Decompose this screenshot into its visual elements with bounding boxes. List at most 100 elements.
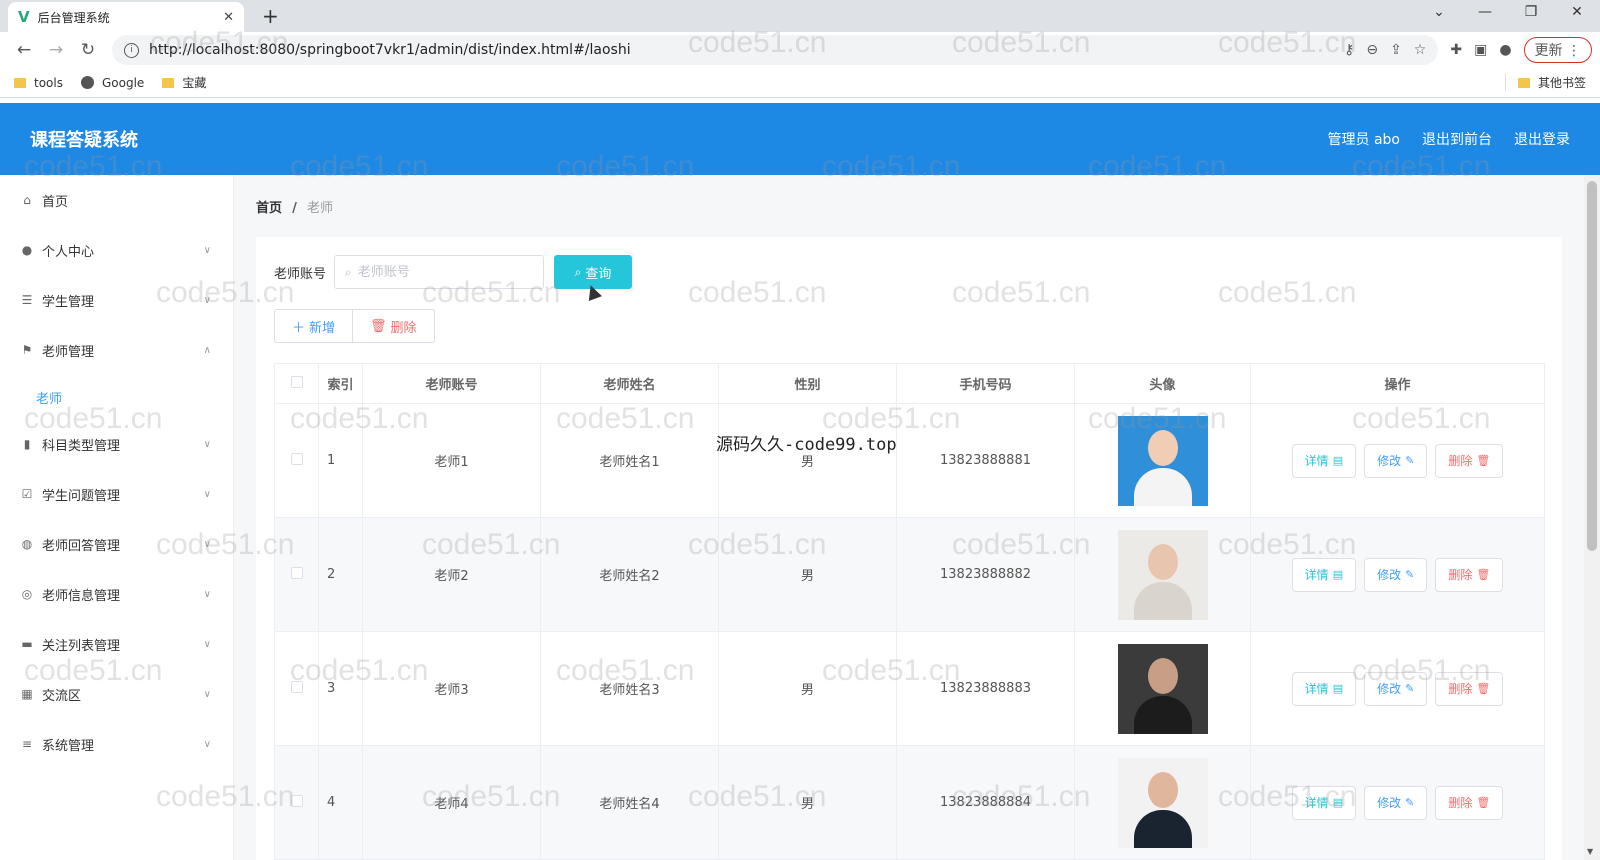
batch-delete-button[interactable]: 🗑 删除 <box>352 309 435 343</box>
sidebar-item-teacher-answers[interactable]: ◍ 老师回答管理 ∨ <box>0 519 233 569</box>
bookmark-treasure[interactable]: 宝藏 <box>162 74 206 91</box>
detail-button[interactable]: 详情 ▤ <box>1291 785 1357 820</box>
delete-button[interactable]: 删除 🗑 <box>1435 443 1504 478</box>
row-name: 老师姓名1 <box>540 403 719 518</box>
add-button[interactable]: ＋ 新增 <box>274 309 354 343</box>
edit-label: 修改 <box>1377 454 1402 468</box>
breadcrumb-home[interactable]: 首页 <box>256 201 282 216</box>
query-button-label: 查询 <box>585 266 612 282</box>
page-scrollbar[interactable]: ▼ <box>1584 175 1600 860</box>
search-input[interactable] <box>357 264 528 280</box>
detail-button[interactable]: 详情 ▤ <box>1291 671 1357 706</box>
minimize-icon[interactable]: — <box>1462 4 1508 20</box>
sidebar-item-teacher-info[interactable]: ◎ 老师信息管理 ∨ <box>0 569 233 619</box>
sidebar-item-forum[interactable]: ▦ 交流区 ∨ <box>0 669 233 719</box>
check-square-icon: ☑ <box>21 487 33 501</box>
other-bookmarks[interactable]: 其他书签 <box>1504 74 1586 91</box>
pencil-icon: ✎ <box>1405 796 1415 809</box>
target-icon: ◎ <box>21 587 33 601</box>
column-header: 索引 <box>318 363 363 404</box>
sidebar-subitem-teacher[interactable]: 老师 <box>0 375 233 419</box>
edit-button[interactable]: 修改 ✎ <box>1364 443 1428 478</box>
bar-chart-icon: ▮ <box>23 437 31 451</box>
sidebar-item-follow-list[interactable]: ▬ 关注列表管理 ∨ <box>0 619 233 669</box>
edit-button[interactable]: 修改 ✎ <box>1364 785 1428 820</box>
folder-icon <box>1517 77 1530 88</box>
update-button[interactable]: 更新 ⋮ <box>1523 37 1592 63</box>
url-field[interactable]: i http://localhost:8080/springboot7vkr1/… <box>112 35 1439 65</box>
teacher-table: 索引 老师账号 老师姓名 性别 手机号码 头像 操作 1 老师1 老师姓名1 男… <box>274 363 1545 860</box>
sidebar-item-student-questions[interactable]: ☑ 学生问题管理 ∨ <box>0 469 233 519</box>
home-icon: ⌂ <box>23 193 31 207</box>
breadcrumb-separator: / <box>292 201 297 216</box>
row-checkbox[interactable] <box>290 794 303 807</box>
scrollbar-thumb[interactable] <box>1587 181 1597 551</box>
logout-link[interactable]: 退出登录 <box>1514 129 1570 149</box>
chevron-down-icon[interactable]: ⌄ <box>1416 4 1462 20</box>
sidebar-item-system[interactable]: ≡ 系统管理 ∨ <box>0 719 233 769</box>
address-bar: ← → ↻ i http://localhost:8080/springboot… <box>0 32 1600 68</box>
other-bookmarks-label: 其他书签 <box>1537 76 1586 90</box>
scroll-down-arrow-icon[interactable]: ▼ <box>1587 847 1593 856</box>
document-icon: ▤ <box>1332 796 1344 809</box>
star-icon[interactable]: ☆ <box>1414 42 1427 58</box>
row-phone: 13823888883 <box>896 631 1075 746</box>
reload-icon[interactable]: ↻ <box>72 40 104 60</box>
close-window-icon[interactable]: ✕ <box>1554 4 1600 20</box>
detail-button[interactable]: 详情 ▤ <box>1291 443 1357 478</box>
chevron-down-icon: ∨ <box>203 488 211 500</box>
row-phone: 13823888882 <box>896 517 1075 632</box>
table-header-row: 索引 老师账号 老师姓名 性别 手机号码 头像 操作 <box>274 363 1545 404</box>
row-checkbox[interactable] <box>290 452 303 465</box>
bookmark-google[interactable]: Google <box>80 76 144 90</box>
detail-label: 详情 <box>1304 454 1329 468</box>
sidebar-item-subject-types[interactable]: ▮ 科目类型管理 ∨ <box>0 419 233 469</box>
delete-button[interactable]: 删除 🗑 <box>1435 671 1504 706</box>
admin-user-link[interactable]: 管理员 abo <box>1328 129 1400 149</box>
grid-icon: ▦ <box>21 687 33 701</box>
new-tab-button[interactable]: + <box>262 4 279 28</box>
restore-icon[interactable]: ❐ <box>1508 4 1554 20</box>
tab-title: 后台管理系统 <box>37 10 110 25</box>
select-all-header[interactable] <box>274 363 319 404</box>
avatar <box>1117 529 1208 620</box>
sidebar-item-students[interactable]: ☰ 学生管理 ∨ <box>0 275 233 325</box>
sidebar-item-home[interactable]: ⌂ 首页 <box>0 175 233 225</box>
sidebar-item-personal[interactable]: ● 个人中心 ∨ <box>0 225 233 275</box>
folder-icon: ▬ <box>21 637 33 651</box>
row-checkbox[interactable] <box>290 680 303 693</box>
vue-logo-icon: V <box>18 8 30 26</box>
browser-tab[interactable]: V 后台管理系统 ✕ <box>8 2 244 32</box>
detail-label: 详情 <box>1304 568 1329 582</box>
row-gender: 男 <box>718 631 897 746</box>
action-row: ＋ 新增 🗑 删除 <box>274 309 1544 343</box>
avatar <box>1117 415 1208 506</box>
edit-button[interactable]: 修改 ✎ <box>1364 671 1428 706</box>
browser-tab-bar: V 后台管理系统 ✕ + ⌄ — ❐ ✕ <box>0 0 1600 32</box>
column-header: 手机号码 <box>896 363 1075 404</box>
breadcrumb: 首页 / 老师 <box>256 197 333 216</box>
sidebar-item-teachers[interactable]: ⚑ 老师管理 ∧ <box>0 325 233 375</box>
select-all-checkbox[interactable] <box>290 375 303 388</box>
exit-to-front-link[interactable]: 退出到前台 <box>1422 129 1492 149</box>
document-icon: ▤ <box>1332 568 1344 581</box>
sidepanel-icon[interactable]: ▣ <box>1474 42 1487 58</box>
forward-arrow-icon[interactable]: → <box>40 40 72 60</box>
bookmark-tools[interactable]: tools <box>14 76 63 90</box>
overlay-watermark-text: 源码久久-code99.top <box>716 435 897 455</box>
delete-button[interactable]: 删除 🗑 <box>1435 785 1504 820</box>
info-icon[interactable]: i <box>124 42 139 58</box>
detail-button[interactable]: 详情 ▤ <box>1291 557 1357 592</box>
key-icon[interactable]: ⚷ <box>1344 42 1354 58</box>
pencil-icon: ✎ <box>1405 682 1415 695</box>
edit-button[interactable]: 修改 ✎ <box>1364 557 1428 592</box>
back-arrow-icon[interactable]: ← <box>8 40 40 60</box>
zoom-icon[interactable]: ⊖ <box>1366 42 1378 58</box>
globe-icon <box>80 76 94 89</box>
row-checkbox[interactable] <box>290 566 303 579</box>
profile-icon[interactable]: ● <box>1499 42 1511 58</box>
close-icon[interactable]: ✕ <box>223 10 234 25</box>
share-icon[interactable]: ⇪ <box>1390 42 1402 58</box>
extensions-icon[interactable]: ✚ <box>1450 42 1462 58</box>
delete-button[interactable]: 删除 🗑 <box>1435 557 1504 592</box>
